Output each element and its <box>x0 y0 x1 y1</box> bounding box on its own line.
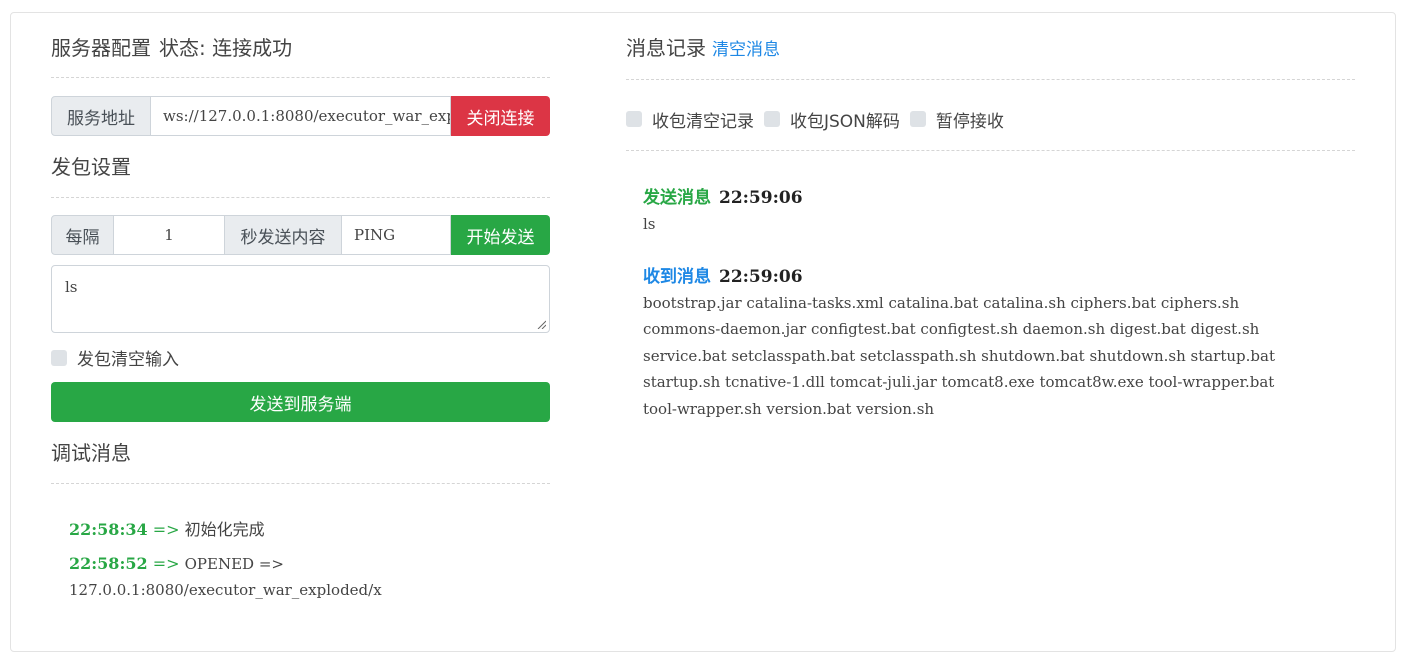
debug-arrow: => <box>152 520 180 539</box>
sent-body: ls <box>643 215 656 233</box>
left-panel: 服务器配置 状态: 连接成功 服务地址 ws://127.0.0.1:8080/e… <box>51 33 550 603</box>
debug-text: OPENED => <box>184 555 284 573</box>
debug-time: 22:58:34 <box>69 520 148 539</box>
divider <box>626 150 1355 151</box>
clear-after-send-option[interactable]: 发包清空输入 <box>51 345 550 370</box>
json-decode-checkbox[interactable] <box>764 111 780 127</box>
messages-title: 消息记录 <box>626 36 706 60</box>
interval-input[interactable]: 1 <box>114 215 225 255</box>
clear-on-receive-option[interactable]: 收包清空记录 <box>626 107 754 132</box>
start-sending-button[interactable]: 开始发送 <box>451 215 550 255</box>
received-label: 收到消息 <box>643 266 711 287</box>
debug-time: 22:58:52 <box>69 554 148 573</box>
server-config-header: 服务器配置 状态: 连接成功 <box>51 33 550 63</box>
pause-receive-label: 暂停接收 <box>935 111 1004 132</box>
clear-after-send-label: 发包清空输入 <box>77 350 179 370</box>
close-connection-button[interactable]: 关闭连接 <box>451 96 550 136</box>
message-options: 收包清空记录 收包JSON解码 暂停接收 <box>626 107 1355 132</box>
clear-messages-link[interactable]: 清空消息 <box>712 40 780 60</box>
pause-receive-checkbox[interactable] <box>909 111 926 127</box>
message-log: 发送消息 22:59:06 ls 收到消息 22:59:06 bootstrap.j… <box>626 185 1355 422</box>
send-settings-title: 发包设置 <box>51 155 131 179</box>
debug-text-continued: 127.0.0.1:8080/executor_war_exploded/x <box>69 581 382 599</box>
interval-input-group: 每隔 1 秒发送内容 PING 开始发送 <box>51 215 550 255</box>
received-time: 22:59:06 <box>719 266 803 287</box>
message-textarea[interactable]: ls <box>51 265 550 333</box>
debug-entry: 22:58:52 => OPENED => 127.0.0.1:8080/exe… <box>69 551 550 603</box>
right-panel: 消息记录 清空消息 收包清空记录 收包JSON解码 暂停接收 发送消息 22:59:… <box>626 33 1355 422</box>
divider <box>626 79 1355 80</box>
received-body: bootstrap.jar catalina-tasks.xml catalin… <box>643 293 1275 418</box>
server-config-title: 服务器配置 <box>51 36 151 60</box>
message-entry-received: 收到消息 22:59:06 bootstrap.jar catalina-task… <box>643 264 1355 423</box>
debug-entry: 22:58:34 => 初始化完成 <box>69 517 550 543</box>
server-address-input[interactable]: ws://127.0.0.1:8080/executor_war_explode… <box>151 96 451 136</box>
clear-on-receive-checkbox[interactable] <box>626 111 642 127</box>
content-input[interactable]: PING <box>342 215 451 255</box>
send-to-server-button[interactable]: 发送到服务端 <box>51 382 550 422</box>
clear-on-receive-label: 收包清空记录 <box>652 111 754 132</box>
divider <box>51 77 550 78</box>
debug-text: 初始化完成 <box>184 520 265 539</box>
json-decode-label: 收包JSON解码 <box>790 111 900 132</box>
messages-header: 消息记录 清空消息 <box>626 33 1355 63</box>
connection-status: 状态: 连接成功 <box>159 36 293 60</box>
address-input-group: 服务地址 ws://127.0.0.1:8080/executor_war_ex… <box>51 96 550 136</box>
address-label: 服务地址 <box>51 96 151 136</box>
every-label: 每隔 <box>51 215 114 255</box>
resize-handle-icon[interactable] <box>537 320 546 329</box>
message-entry-sent: 发送消息 22:59:06 ls <box>643 185 1355 238</box>
divider <box>51 197 550 198</box>
pause-receive-option[interactable]: 暂停接收 <box>909 107 1004 132</box>
divider <box>51 483 550 484</box>
clear-after-send-checkbox[interactable] <box>51 349 67 366</box>
debug-title: 调试消息 <box>51 441 131 465</box>
debug-arrow: => <box>152 554 180 573</box>
message-textarea-text: ls <box>65 278 78 296</box>
sent-time: 22:59:06 <box>719 188 803 208</box>
seconds-content-label: 秒发送内容 <box>225 215 342 255</box>
json-decode-option[interactable]: 收包JSON解码 <box>764 107 900 132</box>
debug-log: 22:58:34 => 初始化完成 22:58:52 => OPENED => … <box>51 517 550 603</box>
sent-label: 发送消息 <box>643 188 711 208</box>
